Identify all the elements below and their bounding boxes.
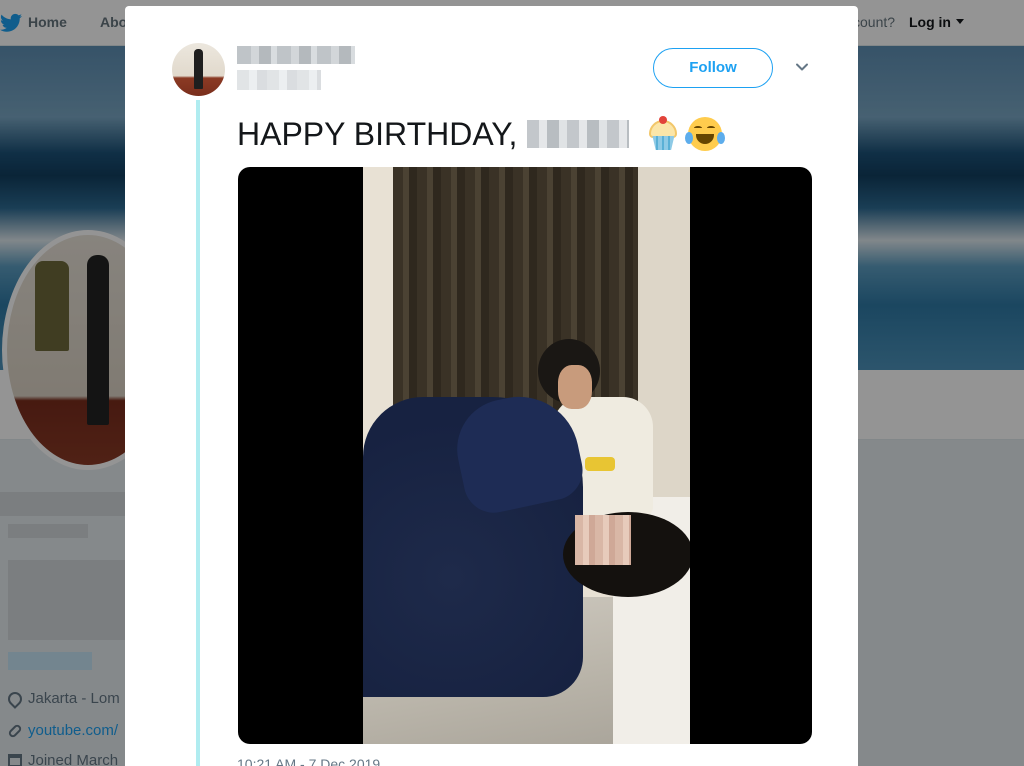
video-frame (363, 167, 690, 744)
follow-button[interactable]: Follow (653, 48, 773, 88)
video-face-redacted (575, 515, 631, 565)
tweet-timestamp[interactable]: 10:21 AM - 7 Dec 2019 (237, 756, 380, 766)
thread-line (196, 100, 200, 766)
mention-redacted[interactable] (527, 120, 630, 148)
tweet-video[interactable] (238, 167, 812, 744)
chevron-down-icon[interactable] (795, 60, 809, 74)
tears-of-joy-emoji (685, 116, 726, 152)
video-shirt-print (585, 457, 615, 471)
author-handle-redacted[interactable] (237, 70, 321, 90)
avatar-person-figure (194, 49, 203, 89)
video-person-face (558, 365, 592, 409)
tweet-modal: Follow HAPPY BIRTHDAY, 10:21 AM - 7 Dec … (125, 6, 858, 766)
tweet-text: HAPPY BIRTHDAY, (237, 114, 729, 154)
author-name-redacted[interactable] (237, 46, 355, 64)
tweet-text-prefix: HAPPY BIRTHDAY, (237, 115, 518, 152)
tweet-author-avatar[interactable] (172, 43, 225, 96)
cupcake-emoji (645, 116, 681, 152)
